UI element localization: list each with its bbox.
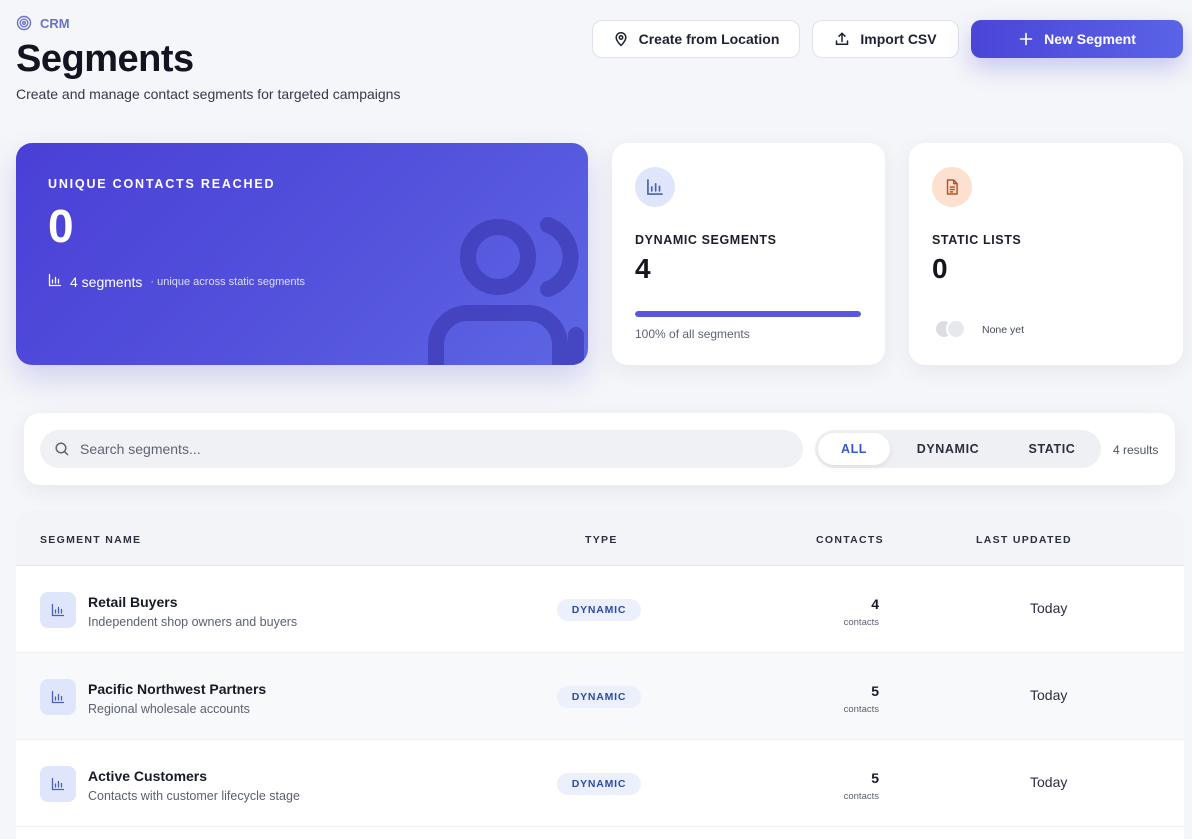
contact-count-unit: contacts	[843, 617, 879, 628]
breadcrumb[interactable]: CRM	[16, 15, 70, 31]
tab-all[interactable]: ALL	[818, 433, 890, 465]
last-updated: Today	[1030, 687, 1068, 703]
new-segment-button[interactable]: New Segment	[971, 20, 1183, 58]
type-badge: DYNAMIC	[557, 773, 641, 795]
hero-segments-summary: 4 segments · unique across static segmen…	[48, 273, 305, 290]
avatar-group	[934, 319, 966, 339]
page-title: Segments	[16, 38, 194, 80]
last-updated: Today	[1030, 774, 1068, 790]
bar-chart-icon	[40, 679, 76, 715]
static-lists-footnote: None yet	[982, 324, 1025, 336]
create-from-location-label: Create from Location	[638, 31, 780, 47]
users-watermark-icon	[428, 217, 584, 365]
bar-chart-icon	[40, 592, 76, 628]
dynamic-segments-label: DYNAMIC SEGMENTS	[635, 233, 777, 247]
column-header-type[interactable]: TYPE	[585, 534, 618, 546]
bar-chart-icon	[40, 766, 76, 802]
search-box[interactable]	[40, 430, 803, 468]
contact-count-unit: contacts	[843, 704, 879, 715]
plus-icon	[1018, 31, 1034, 47]
segment-name[interactable]: Pacific Northwest Partners	[88, 681, 266, 697]
table-row[interactable]: Retail Buyers Independent shop owners an…	[16, 566, 1184, 653]
unique-contacts-value: 0	[48, 200, 74, 252]
upload-icon	[834, 31, 850, 47]
tab-dynamic[interactable]: DYNAMIC	[890, 433, 1006, 465]
result-count: 4 results	[1113, 443, 1159, 457]
hero-segments-count: 4 segments	[70, 273, 143, 290]
static-lists-value: 0	[932, 253, 948, 284]
map-pin-icon	[613, 31, 629, 47]
dynamic-segments-progress-fill	[635, 311, 861, 317]
contact-count: 4	[871, 596, 879, 612]
contact-count: 5	[871, 683, 879, 699]
bar-chart-icon	[48, 273, 62, 290]
contact-count-unit: contacts	[843, 791, 879, 802]
page-subtitle: Create and manage contact segments for t…	[16, 86, 401, 102]
unique-contacts-card: UNIQUE CONTACTS REACHED 0 4 segments · u…	[16, 143, 588, 365]
hero-segments-note: · unique across static segments	[150, 275, 306, 288]
breadcrumb-label: CRM	[40, 15, 70, 31]
search-icon	[54, 441, 70, 457]
unique-contacts-label: UNIQUE CONTACTS REACHED	[48, 177, 276, 191]
segments-table: SEGMENT NAME TYPE CONTACTS LAST UPDATED …	[16, 510, 1184, 839]
last-updated: Today	[1030, 600, 1068, 616]
type-badge: DYNAMIC	[557, 599, 641, 621]
table-row[interactable]: Active Customers Contacts with customer …	[16, 740, 1184, 827]
table-header: SEGMENT NAME TYPE CONTACTS LAST UPDATED	[16, 510, 1184, 566]
segment-description: Regional wholesale accounts	[88, 702, 250, 716]
table-row[interactable]: Pacific Northwest Partners Regional whol…	[16, 653, 1184, 740]
tab-static[interactable]: STATIC	[1006, 433, 1098, 465]
dynamic-segments-card: DYNAMIC SEGMENTS 4 100% of all segments	[612, 143, 885, 365]
segment-description: Contacts with customer lifecycle stage	[88, 789, 300, 803]
new-segment-label: New Segment	[1044, 31, 1136, 47]
column-header-name[interactable]: SEGMENT NAME	[40, 534, 141, 546]
create-from-location-button[interactable]: Create from Location	[592, 20, 800, 58]
search-input[interactable]	[80, 441, 780, 457]
segment-name[interactable]: Retail Buyers	[88, 594, 177, 610]
type-filter-tabs: ALL DYNAMIC STATIC	[815, 430, 1101, 468]
segment-name[interactable]: Active Customers	[88, 768, 207, 784]
segment-description: Independent shop owners and buyers	[88, 615, 298, 629]
bar-chart-icon	[635, 167, 675, 207]
dynamic-segments-value: 4	[635, 253, 651, 284]
dynamic-segments-progress	[635, 311, 861, 317]
target-icon	[16, 15, 32, 31]
column-header-last-updated[interactable]: LAST UPDATED	[976, 534, 1072, 546]
import-csv-button[interactable]: Import CSV	[812, 20, 959, 58]
import-csv-label: Import CSV	[860, 31, 937, 47]
column-header-contacts[interactable]: CONTACTS	[816, 534, 884, 546]
avatar	[946, 319, 966, 339]
contact-count: 5	[871, 770, 879, 786]
dynamic-segments-footnote: 100% of all segments	[635, 327, 750, 341]
type-badge: DYNAMIC	[557, 686, 641, 708]
filter-bar: ALL DYNAMIC STATIC 4 results	[24, 413, 1175, 485]
static-lists-card: STATIC LISTS 0 None yet	[909, 143, 1183, 365]
document-icon	[932, 167, 972, 207]
static-lists-label: STATIC LISTS	[932, 233, 1022, 247]
